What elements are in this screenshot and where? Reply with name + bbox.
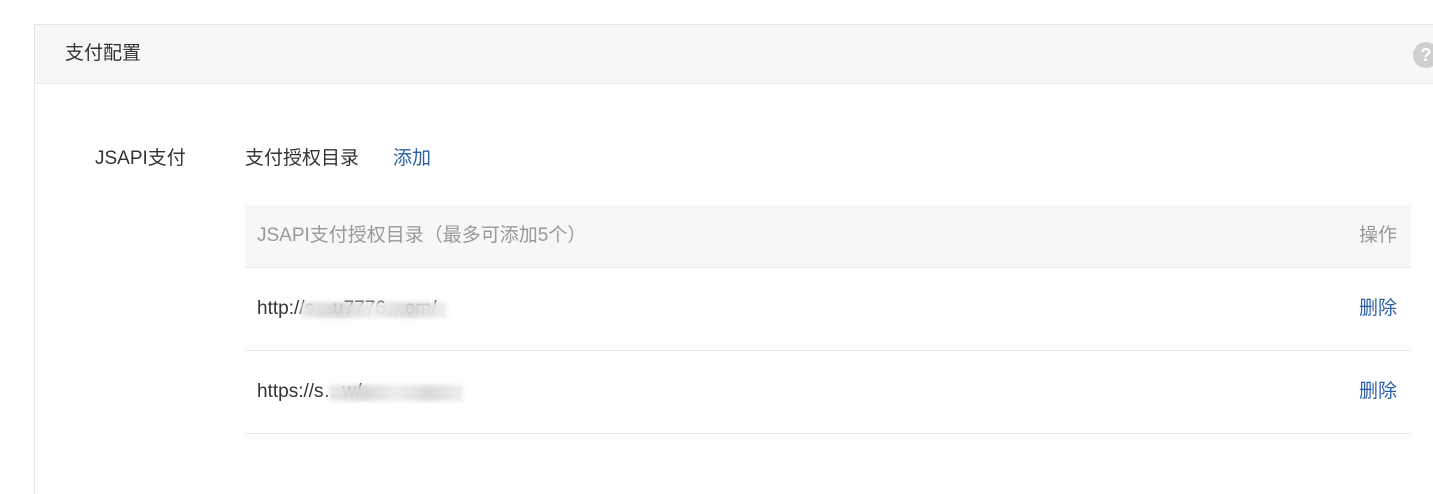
table-row: http://s…u7776…om/ 删除 <box>245 268 1411 351</box>
help-icon[interactable]: ? <box>1413 42 1433 68</box>
jsapi-section-label: JSAPI支付 <box>95 148 186 169</box>
table-row: https://s…w/ 删除 <box>245 351 1411 434</box>
column-header-directory: JSAPI支付授权目录（最多可添加5个） <box>257 225 587 246</box>
add-directory-link[interactable]: 添加 <box>393 147 431 171</box>
redaction-mask <box>329 385 463 401</box>
table-header: JSAPI支付授权目录（最多可添加5个） 操作 <box>245 205 1411 268</box>
redaction-mask <box>301 302 447 318</box>
auth-directory-table: JSAPI支付授权目录（最多可添加5个） 操作 http://s…u7776…o… <box>245 205 1411 434</box>
payment-config-panel: 支付配置 ? JSAPI支付 支付授权目录 添加 JSAPI支付授权目录（最多可… <box>34 24 1433 494</box>
delete-link[interactable]: 删除 <box>1359 380 1397 404</box>
delete-link[interactable]: 删除 <box>1359 297 1397 321</box>
auth-directory-label: 支付授权目录 <box>245 148 360 169</box>
panel-title: 支付配置 <box>65 43 142 64</box>
panel-header: 支付配置 <box>35 25 1433 84</box>
column-header-operation: 操作 <box>1358 225 1397 246</box>
